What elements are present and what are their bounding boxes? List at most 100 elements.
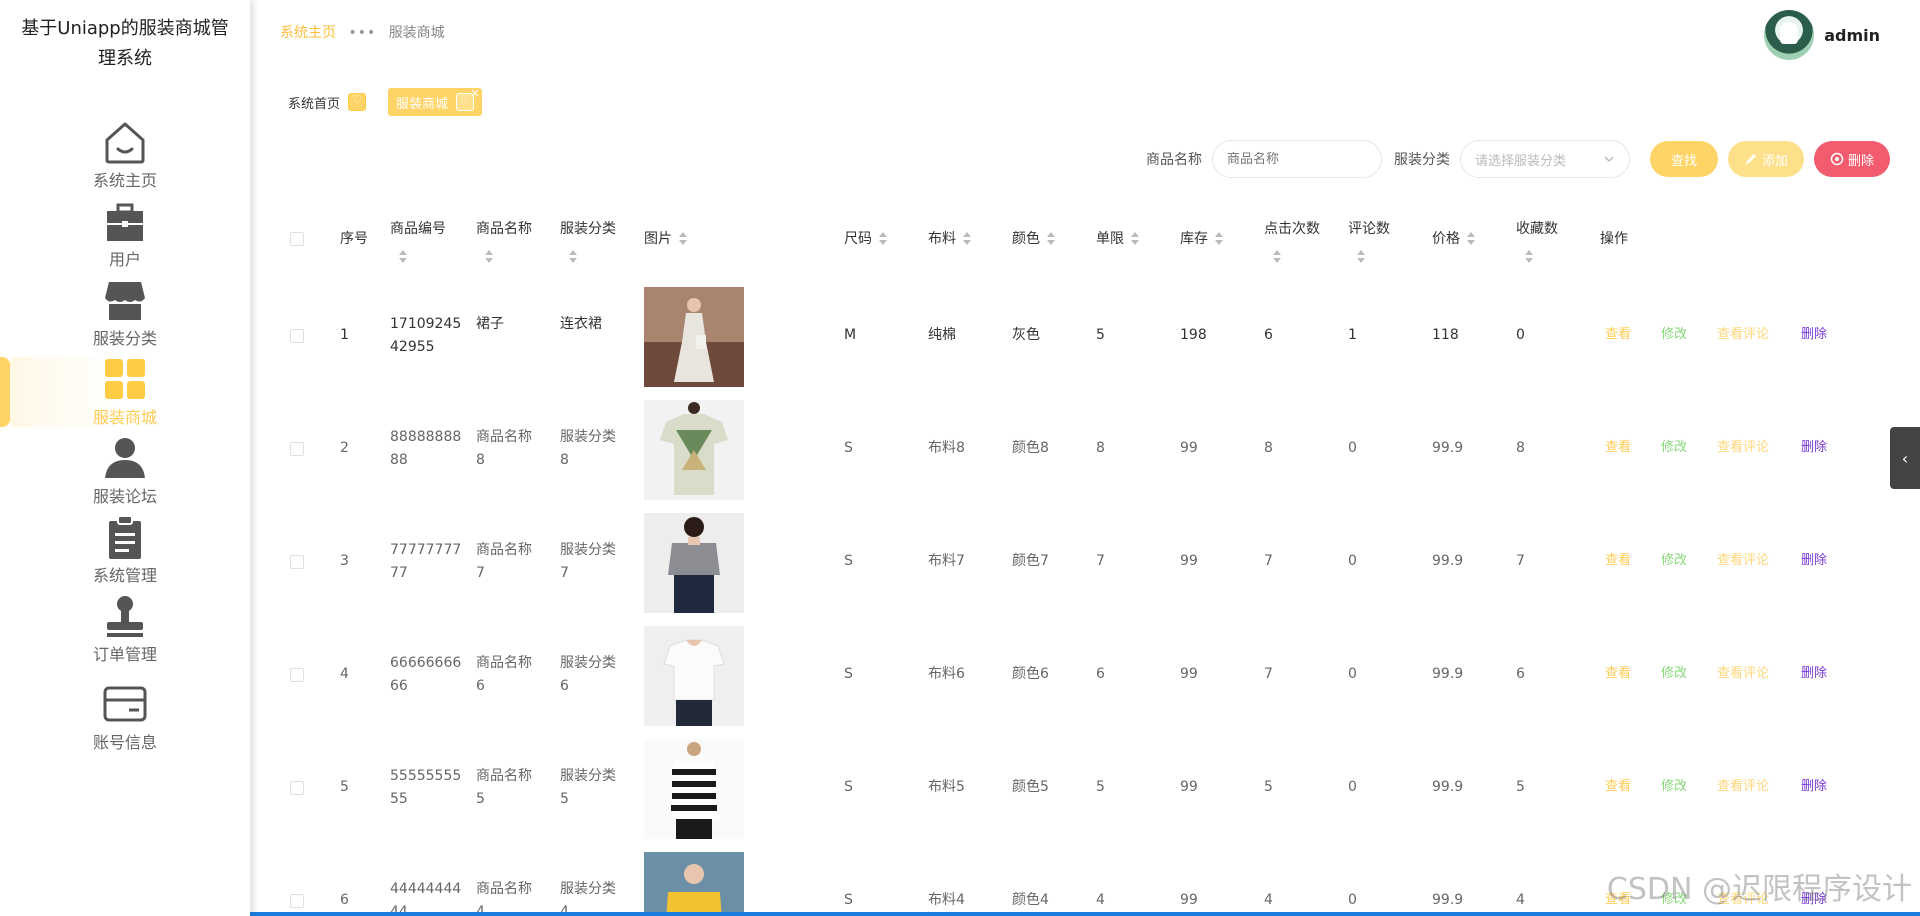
edit-link[interactable]: 修改: [1661, 662, 1687, 681]
delete-link[interactable]: 删除: [1801, 662, 1827, 681]
header-price[interactable]: 价格: [1432, 225, 1476, 253]
select-all-checkbox[interactable]: [290, 232, 304, 246]
row-checkbox[interactable]: [290, 329, 304, 343]
sort-icon[interactable]: [962, 232, 972, 246]
sort-icon[interactable]: [1524, 250, 1534, 264]
product-image[interactable]: [644, 287, 744, 387]
view-comments-link[interactable]: 查看评论: [1717, 436, 1769, 455]
sort-icon[interactable]: [1466, 232, 1476, 246]
header-label: 布料: [928, 231, 956, 247]
header-label: 库存: [1180, 231, 1208, 247]
close-icon[interactable]: ×: [470, 86, 480, 100]
view-link[interactable]: 查看: [1605, 662, 1631, 681]
name-label: 商品名称: [1146, 152, 1202, 168]
sidebar-item-label: 订单管理: [92, 645, 157, 664]
sort-icon[interactable]: [1046, 232, 1056, 246]
sidebar-item-home[interactable]: 系统主页: [0, 118, 250, 197]
cell-price: 99.9: [1432, 553, 1464, 569]
breadcrumb-home-link[interactable]: 系统主页: [280, 25, 336, 41]
cell-text: 5: [560, 791, 569, 807]
sidebar-item-system[interactable]: 系统管理: [0, 513, 250, 592]
sidebar-item-categories[interactable]: 服装分类: [0, 276, 250, 355]
header-fabric[interactable]: 布料: [928, 225, 972, 253]
header-code[interactable]: 商品编号: [390, 215, 446, 271]
cell-fabric: 布料7: [928, 553, 965, 569]
name-search-input[interactable]: [1212, 140, 1382, 178]
view-comments-link[interactable]: 查看评论: [1717, 775, 1769, 794]
view-link[interactable]: 查看: [1605, 775, 1631, 794]
find-button[interactable]: 查找: [1650, 141, 1718, 177]
sort-icon[interactable]: [568, 250, 578, 264]
table-row: 2 88888888 88 商品名称 8 服装分类 8 S 布料8 颜色8 8 99 8 0 99.9 8 查看…: [275, 392, 1865, 505]
sort-icon[interactable]: [1214, 232, 1224, 246]
product-image[interactable]: [644, 852, 744, 916]
sidebar-item-orders[interactable]: 订单管理: [0, 592, 250, 671]
view-comments-link[interactable]: 查看评论: [1717, 549, 1769, 568]
sort-icon[interactable]: [678, 232, 688, 246]
sort-icon[interactable]: [484, 250, 494, 264]
tag-mall[interactable]: 服装商城 ×: [388, 86, 483, 116]
delete-link[interactable]: 删除: [1801, 549, 1827, 568]
edit-link[interactable]: 修改: [1661, 775, 1687, 794]
header-label: 服装分类: [560, 221, 616, 237]
header-image[interactable]: 图片: [644, 225, 688, 253]
sort-icon[interactable]: [1130, 232, 1140, 246]
sort-icon[interactable]: [398, 250, 408, 264]
row-checkbox[interactable]: [290, 668, 304, 682]
product-image[interactable]: [644, 626, 744, 726]
delete-link[interactable]: 删除: [1801, 323, 1827, 342]
sort-icon[interactable]: [878, 232, 888, 246]
header-category[interactable]: 服装分类: [560, 215, 616, 271]
delete-link[interactable]: 删除: [1801, 775, 1827, 794]
edit-link[interactable]: 修改: [1661, 549, 1687, 568]
sidebar-item-mall[interactable]: 服装商城: [0, 355, 250, 434]
header-comments[interactable]: 评论数: [1348, 215, 1390, 271]
view-link[interactable]: 查看: [1605, 323, 1631, 342]
category-select[interactable]: 请选择服装分类: [1460, 140, 1630, 178]
header-favorites[interactable]: 收藏数: [1516, 215, 1558, 271]
cell-code: 66666666 66: [390, 652, 470, 698]
sidebar-item-users[interactable]: 用户: [0, 197, 250, 276]
product-image[interactable]: [644, 400, 744, 500]
category-placeholder: 请选择服装分类: [1475, 153, 1567, 169]
tag-home[interactable]: 系统首页: [280, 88, 374, 116]
product-image[interactable]: [644, 739, 744, 839]
header-size[interactable]: 尺码: [844, 225, 888, 253]
delete-link[interactable]: 删除: [1801, 436, 1827, 455]
row-checkbox[interactable]: [290, 555, 304, 569]
sidebar-item-forum[interactable]: 服装论坛: [0, 434, 250, 513]
view-link[interactable]: 查看: [1605, 549, 1631, 568]
header-limit[interactable]: 单限: [1096, 225, 1140, 253]
view-comments-link[interactable]: 查看评论: [1717, 323, 1769, 342]
cell-cat: 服装分类 6: [560, 652, 640, 698]
avatar[interactable]: [1764, 10, 1815, 60]
header-name[interactable]: 商品名称: [476, 215, 532, 271]
row-checkbox[interactable]: [290, 442, 304, 456]
sort-icon[interactable]: [1272, 250, 1282, 264]
product-image[interactable]: [644, 513, 744, 613]
cell-fabric: 布料5: [928, 779, 965, 795]
edit-link[interactable]: 修改: [1661, 436, 1687, 455]
cell-clicks: 4: [1264, 892, 1273, 908]
header-color[interactable]: 颜色: [1012, 225, 1056, 253]
view-comments-link[interactable]: 查看评论: [1717, 662, 1769, 681]
view-link[interactable]: 查看: [1605, 436, 1631, 455]
header-stock[interactable]: 库存: [1180, 225, 1224, 253]
user-menu[interactable]: admin: [1764, 10, 1880, 60]
search-bar: 商品名称 服装分类 请选择服装分类 查找 添加 删除: [1146, 140, 1890, 178]
add-button[interactable]: 添加: [1728, 141, 1804, 177]
delete-button[interactable]: 删除: [1814, 141, 1890, 177]
sidebar-item-account[interactable]: 账号信息: [0, 680, 250, 759]
collapse-panel-button[interactable]: ‹: [1890, 427, 1920, 489]
row-checkbox[interactable]: [290, 894, 304, 908]
tag-label: 系统首页: [288, 96, 341, 112]
sort-icon[interactable]: [1356, 250, 1366, 264]
row-checkbox[interactable]: [290, 781, 304, 795]
cell-color: 颜色4: [1012, 892, 1049, 908]
cell-code: 17109245 42955: [390, 313, 470, 359]
tag-label: 服装商城: [396, 96, 449, 112]
cell-size: S: [844, 666, 853, 682]
header-clicks[interactable]: 点击次数: [1264, 215, 1320, 271]
edit-link[interactable]: 修改: [1661, 323, 1687, 342]
cell-fabric: 纯棉: [928, 327, 956, 343]
